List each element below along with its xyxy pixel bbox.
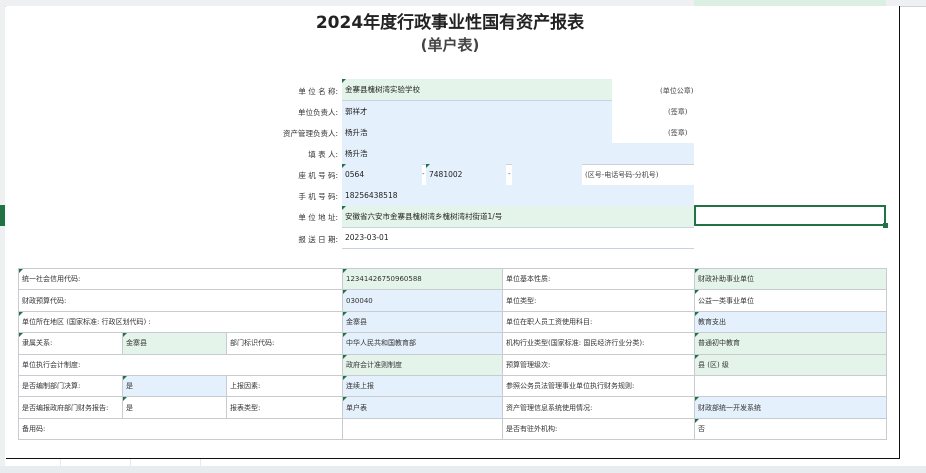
report-subtitle: (单户表) (420, 36, 480, 54)
address-field[interactable]: 安徽省六安市金寨县槐树湾乡槐树湾村街道1/号 (342, 206, 694, 228)
final-accounts-value[interactable]: 是 (122, 374, 227, 398)
budget-code-value[interactable]: 030040 (342, 289, 504, 312)
date-label: 报 送 日 期: (298, 235, 338, 244)
phone-extension-field[interactable] (512, 164, 582, 186)
phone-area-field[interactable]: 0564 (342, 164, 422, 186)
affiliation-value[interactable]: 金寨县 (122, 332, 227, 355)
address-label: 单 位 地 址: (298, 213, 338, 222)
leader-field[interactable]: 郭祥才 (342, 101, 612, 123)
overseas-org-label: 是否有驻外机构: (502, 417, 696, 441)
industry-type-value[interactable]: 普通初中教育 (694, 332, 888, 355)
spare-code-value[interactable] (342, 417, 504, 441)
table-row: 备用码: 是否有驻外机构: 否 (17, 417, 888, 441)
final-accounts-label: 是否编制部门决算: (18, 374, 123, 398)
active-cell-selection[interactable] (694, 205, 888, 228)
selected-row-header[interactable] (0, 205, 5, 226)
mobile-field[interactable]: 18256438518 (342, 185, 694, 207)
dept-id-value[interactable]: 中华人民共和国教育部 (342, 332, 504, 355)
civil-servant-rule-value[interactable] (694, 374, 888, 398)
phone-hint: (区号-电话号码-分机号) (585, 171, 659, 179)
unit-info-table: 统一社会信用代码: 12341426750960588 单位基本性质: 财政补助… (17, 267, 888, 441)
region-label: 单位所在地区 (国家标准: 行政区划代码) : (17, 310, 344, 334)
phone-separator: - (422, 170, 425, 178)
dept-id-label: 部门标识代码: (225, 332, 344, 355)
financial-report-label: 是否编报政府部门财务报告: (18, 396, 123, 419)
unit-name-field[interactable]: 金寨县槐树湾实验学校 (342, 79, 612, 101)
report-title: 2024年度行政事业性国有资产报表 (315, 13, 585, 33)
accounting-system-label: 单位执行会计制度: (17, 353, 344, 376)
overseas-org-value[interactable]: 否 (694, 417, 888, 441)
report-type-value[interactable]: 单户表 (342, 396, 504, 419)
affiliation-label: 隶属关系: (18, 332, 123, 355)
asset-system-label: 资产管理信息系统使用情况: (502, 396, 696, 419)
unit-type-label: 单位类型: (502, 289, 696, 312)
phone-label: 座 机 号 码: (298, 171, 338, 180)
credit-code-value[interactable]: 12341426750960588 (342, 267, 504, 291)
report-factor-label: 上报因素: (225, 374, 344, 398)
leader-sign-note: (签章) (668, 108, 688, 116)
salary-subject-label: 单位在职人员工资使用科目: (502, 310, 696, 334)
unit-name-label: 单 位 名 称: (298, 87, 338, 96)
credit-code-label: 统一社会信用代码: (17, 267, 344, 291)
asset-manager-label: 资产管理负责人: (282, 129, 338, 138)
spreadsheet-canvas: 2024年度行政事业性国有资产报表 (单户表) 单 位 名 称: 金寨县槐树湾实… (0, 0, 926, 473)
asset-manager-field[interactable]: 杨升浩 (342, 122, 612, 144)
report-type-label: 报表类型: (225, 396, 344, 419)
spare-code-label: 备用码: (17, 417, 344, 441)
table-row: 是否编报政府部门财务报告: 是 报表类型: 单户表 资产管理信息系统使用情况: … (18, 396, 888, 419)
table-row: 单位执行会计制度: 政府会计准则制度 预算管理级次: 县 (区) 级 (17, 353, 888, 376)
salary-subject-value[interactable]: 教育支出 (694, 310, 888, 334)
unit-nature-label: 单位基本性质: (502, 267, 696, 291)
unit-seal-note: (单位公章) (660, 87, 694, 95)
report-factor-value[interactable]: 连续上报 (342, 374, 504, 398)
table-row: 隶属关系: 金寨县 部门标识代码: 中华人民共和国教育部 机构行业类型(国家标准… (18, 332, 888, 355)
mobile-label: 手 机 号 码: (298, 192, 338, 201)
filler-label: 填 表 人: (308, 150, 338, 159)
table-row: 财政预算代码: 030040 单位类型: 公益一类事业单位 (17, 289, 888, 312)
unit-nature-value[interactable]: 财政补助事业单位 (694, 267, 888, 291)
phone-separator: - (508, 170, 511, 178)
budget-code-label: 财政预算代码: (17, 289, 344, 312)
filler-field[interactable]: 杨升浩 (342, 143, 694, 165)
leader-label: 单位负责人: (297, 108, 338, 117)
region-value[interactable]: 金寨县 (342, 310, 504, 334)
date-field[interactable]: 2023-03-01 (342, 227, 694, 249)
budget-level-label: 预算管理级次: (502, 353, 696, 376)
civil-servant-rule-label: 参照公务员法管理事业单位执行财务规则: (502, 374, 696, 398)
table-row: 统一社会信用代码: 12341426750960588 单位基本性质: 财政补助… (17, 267, 888, 291)
table-row: 单位所在地区 (国家标准: 行政区划代码) : 金寨县 单位在职人员工资使用科目… (17, 310, 888, 334)
industry-type-label: 机构行业类型(国家标准: 国民经济行业分类): (502, 332, 696, 355)
table-row: 是否编制部门决算: 是 上报因素: 连续上报 参照公务员法管理事业单位执行财务规… (18, 374, 888, 398)
budget-level-value[interactable]: 县 (区) 级 (694, 353, 888, 376)
asset-manager-sign-note: (签章) (668, 129, 688, 137)
asset-system-value[interactable]: 财政部统一开发系统 (694, 396, 888, 419)
financial-report-value[interactable]: 是 (122, 396, 227, 419)
row-header-bar[interactable] (0, 6, 5, 466)
accounting-system-value[interactable]: 政府会计准则制度 (342, 353, 504, 376)
unit-type-value[interactable]: 公益一类事业单位 (694, 289, 888, 312)
sheet-scrollbar[interactable] (0, 466, 926, 473)
phone-number-field[interactable]: 7481002 (426, 164, 506, 186)
